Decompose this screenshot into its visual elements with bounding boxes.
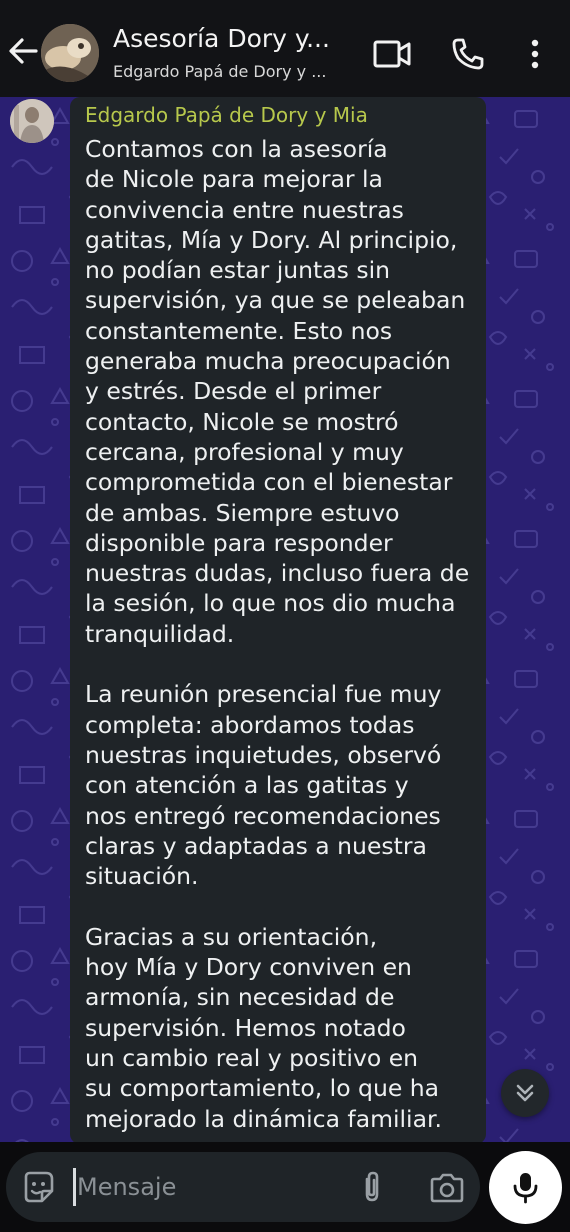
more-vertical-icon: [531, 39, 539, 69]
chat-header: Asesoría Dory y... Edgardo Papá de Dory …: [0, 0, 570, 97]
message-line: La reunión presencial fue muy: [85, 680, 442, 709]
message-line: mejorado la dinámica familiar.: [85, 1104, 442, 1133]
message-line: supervisión, ya que se peleaban: [85, 286, 466, 315]
microphone-icon: [513, 1173, 538, 1204]
message-line: de Nicole para mejorar la: [85, 165, 383, 194]
message-line: con atención a las gatitas y: [85, 771, 409, 800]
camera-button[interactable]: [428, 1171, 466, 1205]
message-line: comprometida con el bienestar: [85, 468, 453, 497]
video-call-icon: [373, 40, 411, 68]
message-line: nuestras inquietudes, observó: [85, 740, 442, 769]
text-cursor: [73, 1168, 76, 1206]
message-line: convivencia entre nuestras: [85, 195, 404, 224]
attach-button[interactable]: [356, 1169, 388, 1205]
message-text: Contamos con la asesoría de Nicole para …: [85, 134, 480, 1134]
double-chevron-down-icon: [516, 1084, 534, 1102]
message-line: y estrés. Desde el primer: [85, 377, 382, 406]
message-line: disponible para responder: [85, 528, 393, 557]
message-line: no podían estar juntas sin: [85, 256, 391, 285]
message-sender-name[interactable]: Edgardo Papá de Dory y Mia: [85, 103, 368, 127]
group-avatar[interactable]: [41, 24, 99, 82]
emoji-sticker-button[interactable]: [20, 1169, 56, 1205]
conversation-area[interactable]: Edgardo Papá de Dory y Mia Contamos con …: [0, 97, 570, 1142]
sender-avatar[interactable]: [10, 99, 54, 143]
more-options-button[interactable]: [522, 36, 548, 72]
voice-message-button[interactable]: [489, 1151, 562, 1224]
sticker-emoji-icon: [24, 1171, 54, 1203]
camera-icon: [430, 1173, 464, 1203]
message-line: supervisión. Hemos notado: [85, 1013, 406, 1042]
message-line: Gracias a su orientación,: [85, 922, 378, 951]
back-button[interactable]: [6, 34, 40, 68]
paperclip-icon: [365, 1171, 379, 1202]
chat-title[interactable]: Asesoría Dory y...: [113, 24, 353, 53]
message-line: Contamos con la asesoría: [85, 135, 388, 163]
message-line: completa: abordamos todas: [85, 710, 415, 739]
arrow-left-icon: [9, 38, 38, 64]
video-call-button[interactable]: [372, 36, 412, 72]
message-line: la sesión, lo que nos dio mucha: [85, 589, 456, 618]
message-line: claras y adaptadas a nuestra: [85, 831, 427, 860]
scroll-to-bottom-button[interactable]: [501, 1069, 549, 1117]
message-line: gatitas, Mía y Dory. Al principio,: [85, 225, 458, 254]
phone-icon: [452, 38, 484, 70]
message-line: su comportamiento, lo que ha: [85, 1074, 440, 1103]
message-line: un cambio real y positivo en: [85, 1043, 419, 1072]
voice-call-button[interactable]: [450, 36, 486, 72]
message-line: contacto, Nicole se mostró: [85, 407, 399, 436]
message-line: de ambas. Siempre estuvo: [85, 498, 400, 527]
message-line: cercana, profesional y muy: [85, 437, 404, 466]
message-line: hoy Mía y Dory conviven en: [85, 953, 412, 982]
message-line: generaba mucha preocupación: [85, 347, 451, 376]
composer-bar: [0, 1142, 570, 1232]
message-line: situación.: [85, 862, 199, 891]
message-line: tranquilidad.: [85, 619, 235, 648]
message-line: nuestras dudas, incluso fuera de: [85, 559, 470, 588]
message-line: nos entregó recomendaciones: [85, 801, 441, 830]
message-input[interactable]: [77, 1167, 347, 1207]
chat-subtitle[interactable]: Edgardo Papá de Dory y ...: [113, 62, 363, 81]
message-line: armonía, sin necesidad de: [85, 983, 395, 1012]
message-line: constantemente. Esto nos: [85, 316, 393, 345]
